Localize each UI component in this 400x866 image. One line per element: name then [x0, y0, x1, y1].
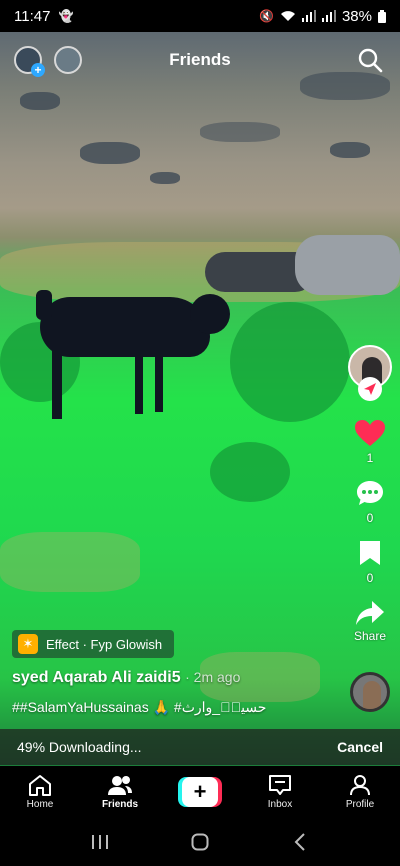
like-count: 1 — [366, 451, 374, 465]
action-rail: 1 0 0 Share — [348, 345, 392, 643]
system-nav — [0, 818, 400, 866]
effect-label: Effect · Fyp Glowish — [46, 636, 163, 652]
bottom-nav: Home Friends + Inbox Profile — [0, 766, 400, 818]
battery-icon — [378, 9, 386, 23]
nav-inbox-label: Inbox — [267, 799, 293, 810]
home-icon — [29, 775, 51, 796]
cancel-button[interactable]: Cancel — [337, 739, 383, 755]
top-nav: Friends — [0, 42, 400, 82]
nav-profile-label: Profile — [345, 799, 375, 810]
comment-button[interactable]: 0 — [355, 479, 385, 525]
nav-create[interactable]: + — [165, 777, 235, 807]
home-circle-icon — [191, 833, 209, 851]
download-bar: 49% Downloading... Cancel — [0, 729, 400, 765]
nav-friends[interactable]: Friends — [85, 774, 155, 810]
author-name[interactable]: syed Aqarab Ali zaidi5 — [12, 669, 181, 686]
nav-home[interactable]: Home — [5, 774, 75, 810]
friends-icon — [108, 776, 132, 795]
save-count: 0 — [366, 571, 374, 585]
page-title: Friends — [169, 50, 231, 69]
nav-friends-label: Friends — [101, 799, 139, 810]
create-icon: + — [178, 777, 222, 807]
comment-count: 0 — [366, 511, 374, 525]
share-label: Share — [353, 629, 387, 643]
hashtags[interactable]: ##SalamYaHussainas 🙏 #حسینؑ_وارث — [12, 699, 266, 716]
wifi-icon — [280, 11, 295, 21]
save-button[interactable]: 0 — [358, 539, 382, 585]
inbox-icon — [269, 775, 291, 795]
follow-button[interactable] — [358, 377, 382, 401]
share-button[interactable]: Share — [354, 599, 386, 643]
recents-icon — [92, 835, 108, 849]
like-button[interactable]: 1 — [354, 419, 386, 465]
effect-badge[interactable]: ✶ Effect · Fyp Glowish — [12, 630, 175, 658]
profile-icon — [350, 775, 370, 796]
music-disc[interactable] — [350, 672, 390, 712]
recents-button[interactable] — [80, 827, 120, 857]
nav-home-label: Home — [26, 799, 54, 810]
battery-percent: 38% — [341, 7, 372, 25]
nav-inbox[interactable]: Inbox — [245, 774, 315, 810]
post-time: · 2m ago — [185, 669, 241, 685]
bookmark-icon — [360, 541, 380, 565]
black-goat — [40, 297, 210, 357]
signal-icon — [301, 10, 316, 22]
mute-icon: 🔇 — [259, 9, 274, 23]
signal-icon-2 — [321, 10, 336, 22]
send-icon — [364, 383, 376, 395]
nav-profile[interactable]: Profile — [325, 774, 395, 810]
download-status: 49% Downloading... — [17, 739, 142, 755]
back-icon — [294, 833, 305, 851]
comment-icon — [357, 481, 383, 505]
search-icon[interactable] — [356, 46, 384, 74]
snapchat-icon: 👻 — [58, 9, 74, 23]
share-icon — [356, 601, 384, 625]
sparkle-icon: ✶ — [18, 634, 38, 654]
home-system-button[interactable] — [180, 827, 220, 857]
status-bar: 11:47 👻 🔇 38% — [0, 0, 400, 32]
heart-icon — [355, 420, 385, 446]
author-line: syed Aqarab Ali zaidi5 · 2m ago — [12, 669, 240, 687]
back-button[interactable] — [280, 827, 320, 857]
status-time: 11:47 — [14, 7, 51, 25]
